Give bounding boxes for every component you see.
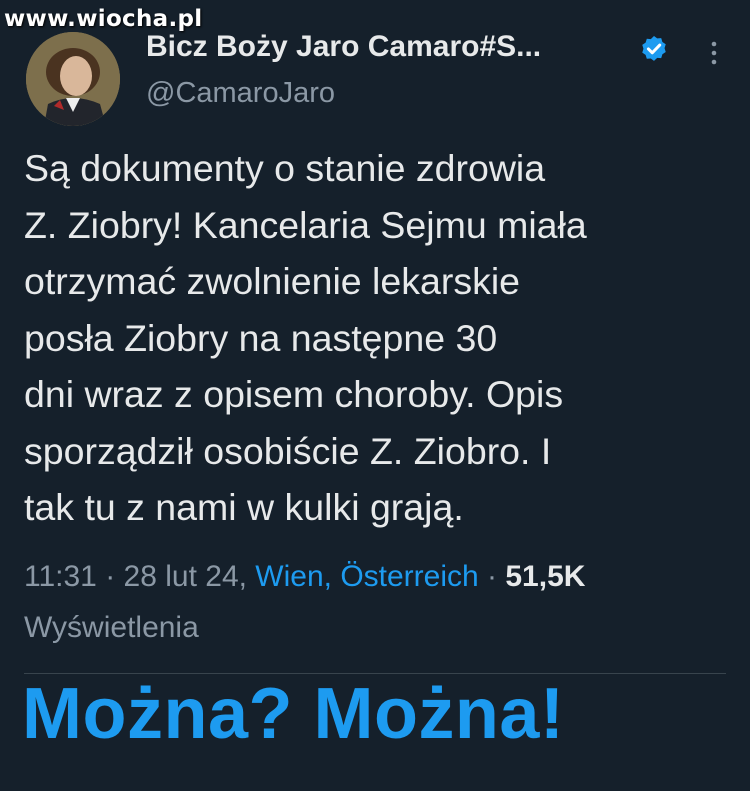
tweet-location[interactable]: Wien, Österreich (255, 560, 478, 593)
tweet-text-line: posła Ziobry na następne 30 (24, 316, 498, 359)
meta-separator: · (105, 560, 124, 593)
author-handle[interactable]: @CamaroJaro (146, 77, 335, 110)
tweet-text-line: dni wraz z opisem choroby. Opis (24, 373, 564, 415)
tweet-date[interactable]: 28 lut 24 (124, 560, 239, 593)
more-options-icon[interactable] (706, 40, 722, 66)
meme-caption: Można? Można! (22, 674, 565, 754)
view-count[interactable]: 51,5K (505, 560, 585, 593)
tweet-text: Są dokumenty o stanie zdrowia Z. Ziobry!… (24, 140, 734, 536)
avatar[interactable] (26, 32, 120, 126)
tweet-text-line: Są dokumenty o stanie zdrowia (24, 147, 546, 189)
meta-separator: · (487, 560, 506, 593)
tweet-text-line: sporządził osobiście Z. Ziobro. I (24, 429, 552, 472)
tweet-text-line: Z. Ziobry! Kancelaria Sejmu miała (24, 203, 587, 246)
meta-comma: , (238, 560, 256, 593)
views-label: Wyświetlenia (24, 611, 199, 644)
watermark: www.wiocha.pl (4, 6, 203, 32)
tweet-meta: 11:31 · 28 lut 24, Wien, Österreich · 51… (24, 560, 585, 594)
verified-badge-icon (642, 36, 666, 61)
author-display-name[interactable]: Bicz Boży Jaro Camaro#S... (146, 30, 541, 64)
tweet-text-line: otrzymać zwolnienie lekarskie (24, 260, 521, 302)
avatar-portrait-image (26, 32, 120, 126)
tweet-time[interactable]: 11:31 (24, 560, 97, 593)
tweet-text-line: tak tu z nami w kulki grają. (24, 486, 464, 528)
